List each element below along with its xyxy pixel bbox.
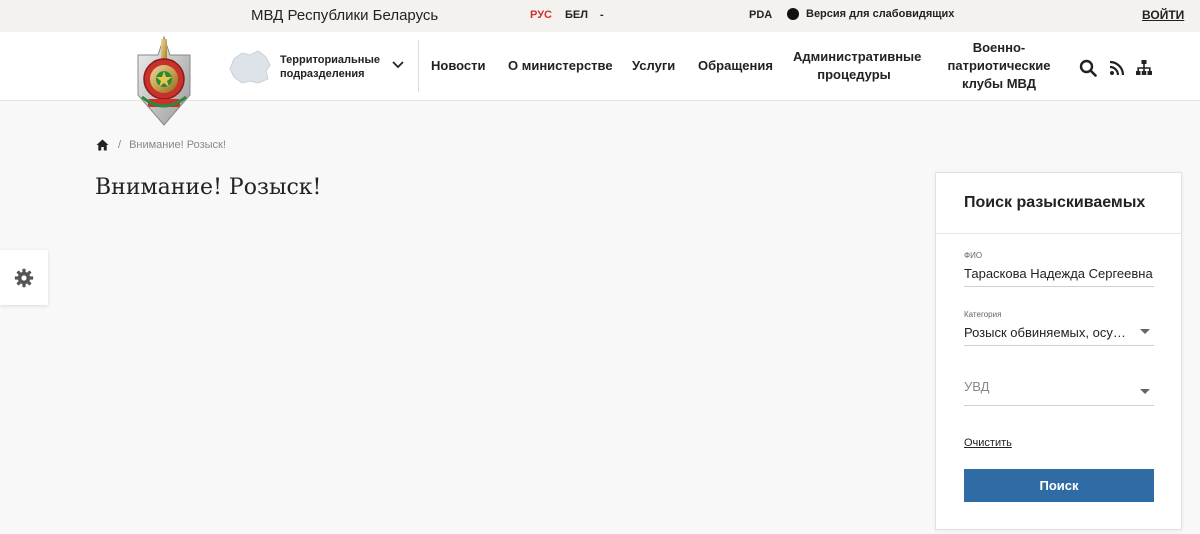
accessibility-label: Версия для слабовидящих: [806, 8, 955, 20]
lang-ru-link[interactable]: РУС: [530, 9, 552, 21]
nav-patriotic-clubs[interactable]: Военно-патриотические клубы МВД: [942, 39, 1056, 93]
main-header: Территориальные подразделения Новости О …: [0, 32, 1200, 126]
nav-services[interactable]: Услуги: [632, 57, 675, 75]
sitemap-icon[interactable]: [1135, 59, 1153, 77]
breadcrumb-separator: /: [118, 139, 122, 151]
lang-be-link[interactable]: БЕЛ: [565, 9, 588, 21]
caret-down-icon: [1140, 389, 1150, 394]
uvd-select[interactable]: УВД: [964, 376, 1154, 406]
belarus-map-icon[interactable]: [228, 49, 272, 85]
panel-divider: [936, 233, 1181, 234]
panel-title: Поиск разыскиваемых: [964, 194, 1146, 211]
chevron-down-icon[interactable]: [391, 60, 405, 70]
fio-input[interactable]: Тараскова Надежда Сергеевна: [964, 266, 1154, 281]
category-label: Категория: [964, 310, 1002, 319]
nav-about-ministry[interactable]: О министерстве: [508, 57, 613, 75]
uvd-placeholder: УВД: [964, 379, 990, 394]
pda-link[interactable]: PDA: [749, 9, 772, 21]
category-value: Розыск обвиняемых, осу…: [964, 325, 1126, 340]
clear-link[interactable]: Очистить: [964, 437, 1012, 449]
nav-administrative-procedures[interactable]: Административные процедуры: [793, 48, 921, 84]
caret-down-icon: [1140, 329, 1150, 334]
home-icon[interactable]: [96, 139, 109, 151]
login-link[interactable]: ВОЙТИ: [1142, 8, 1184, 22]
accessibility-dot-icon: [787, 8, 799, 20]
nav-appeals[interactable]: Обращения: [698, 57, 773, 75]
rss-icon[interactable]: [1108, 59, 1126, 77]
category-select[interactable]: Категория Розыск обвиняемых, осу…: [964, 310, 1154, 346]
fio-field[interactable]: ФИО Тараскова Надежда Сергеевна: [964, 251, 1154, 287]
mvd-emblem-logo[interactable]: [132, 35, 196, 127]
wanted-search-panel: Поиск разыскиваемых ФИО Тараскова Надежд…: [935, 172, 1182, 530]
header-divider: [418, 40, 419, 92]
accessibility-version-link[interactable]: Версия для слабовидящих: [787, 8, 954, 20]
nav-news[interactable]: Новости: [431, 57, 486, 75]
top-bar: МВД Республики Беларусь РУС БЕЛ - PDA Ве…: [0, 0, 1200, 32]
breadcrumb-current: Внимание! Розыск!: [129, 139, 226, 151]
gear-icon: [14, 268, 34, 287]
lang-separator: -: [600, 9, 604, 21]
search-icon[interactable]: [1079, 59, 1097, 77]
page-title: Внимание! Розыск!: [95, 175, 322, 200]
settings-button[interactable]: [0, 250, 48, 305]
breadcrumb: / Внимание! Розыск!: [96, 139, 226, 151]
fio-label: ФИО: [964, 251, 983, 260]
territorial-units-menu[interactable]: Территориальные подразделения: [280, 53, 384, 81]
site-name[interactable]: МВД Республики Беларусь: [251, 7, 438, 24]
search-button[interactable]: Поиск: [964, 469, 1154, 502]
